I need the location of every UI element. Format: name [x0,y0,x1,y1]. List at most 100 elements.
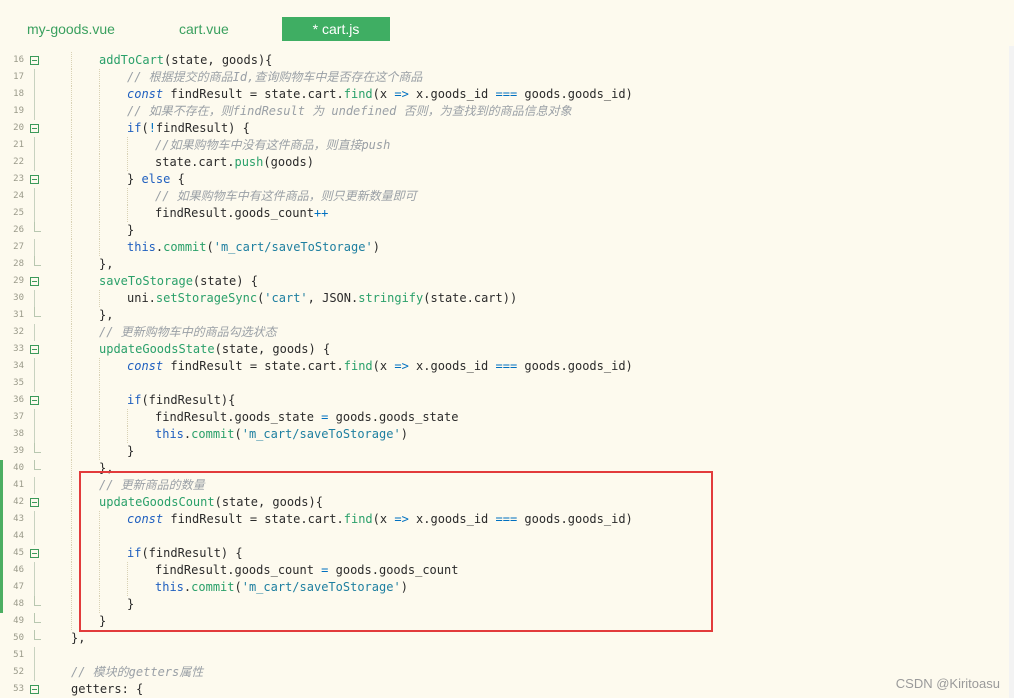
fold-guide [34,528,35,545]
code-text: // 根据提交的商品Id,查询购物车中是否存在这个商品 [127,70,423,84]
code-line: 20 if(!findResult) { [0,120,1009,137]
fold-guide [34,205,35,222]
indent-guide [99,188,100,205]
code-line: 27 this.commit('m_cart/saveToStorage') [0,239,1009,256]
tab-cart-vue[interactable]: cart.vue [179,17,249,41]
fold-guide [34,426,35,443]
fold-toggle-icon[interactable] [30,498,39,507]
fold-toggle-icon[interactable] [30,345,39,354]
indent-guide [71,137,72,154]
fold-guide [34,579,35,596]
line-number: 41 [13,480,24,490]
line-number: 28 [13,259,24,269]
indent-guide [127,188,128,205]
line-number: 52 [13,667,24,677]
fold-end-marker [34,222,41,232]
line-number: 19 [13,106,24,116]
line-number: 16 [13,55,24,65]
indent-guide [71,409,72,426]
indent-guide [99,443,100,460]
indent-guide [99,171,100,188]
line-number: 34 [13,361,24,371]
code-text: getters: { [71,682,144,696]
line-number: 21 [13,140,24,150]
code-line: 22 state.cart.push(goods) [0,154,1009,171]
indent-guide [71,69,72,86]
fold-guide [34,69,35,86]
indent-guide [71,460,72,477]
code-line: 52 // 模块的getters属性 [0,664,1009,681]
line-number: 44 [13,531,24,541]
code-line: 25 findResult.goods_count++ [0,205,1009,222]
code-line: 50}, [0,630,1009,647]
fold-toggle-icon[interactable] [30,685,39,694]
code-line: 31}, [0,307,1009,324]
fold-toggle-icon[interactable] [30,549,39,558]
fold-guide [34,477,35,494]
indent-guide [71,205,72,222]
fold-guide [34,562,35,579]
indent-guide [99,137,100,154]
line-number: 47 [13,582,24,592]
code-text: const findResult = state.cart.find(x => … [127,87,633,101]
fold-toggle-icon[interactable] [30,175,39,184]
fold-guide [34,154,35,171]
code-text: if(!findResult) { [127,121,250,135]
indent-guide [99,154,100,171]
fold-end-marker [34,307,41,317]
fold-toggle-icon[interactable] [30,124,39,133]
code-text: }, [99,257,114,271]
line-number: 45 [13,548,24,558]
fold-toggle-icon[interactable] [30,56,39,65]
fold-toggle-icon[interactable] [30,277,39,286]
indent-guide [99,375,100,392]
line-number: 46 [13,565,24,575]
code-text: saveToStorage(state) { [99,274,258,288]
fold-end-marker [34,596,41,606]
line-number: 51 [13,650,24,660]
line-number: 25 [13,208,24,218]
line-number: 29 [13,276,24,286]
code-text: // 模块的getters属性 [71,665,204,679]
indent-guide [99,239,100,256]
indent-guide [71,494,72,511]
code-line: 34 const findResult = state.cart.find(x =… [0,358,1009,375]
watermark: CSDN @Kiritoasu [895,676,1000,691]
code-text: }, [99,308,114,322]
line-number: 42 [13,497,24,507]
code-text: } [127,223,135,237]
line-number: 17 [13,72,24,82]
line-number: 38 [13,429,24,439]
indent-guide [71,341,72,358]
line-number: 37 [13,412,24,422]
indent-guide [127,154,128,171]
line-number: 49 [13,616,24,626]
line-number: 32 [13,327,24,337]
fold-end-marker [34,630,41,640]
code-line: 19 // 如果不存在，则findResult 为 undefined 否则，为查… [0,103,1009,120]
indent-guide [99,290,100,307]
code-line: 30 uni.setStorageSync('cart', JSON.string… [0,290,1009,307]
editor-tab-bar: my-goods.vue cart.vue * cart.js [0,0,1014,46]
fold-guide [34,358,35,375]
indent-guide [99,392,100,409]
indent-guide [71,188,72,205]
fold-guide [34,511,35,528]
indent-guide [71,324,72,341]
indent-guide [99,222,100,239]
highlight-box [79,471,713,632]
tab-cart-js[interactable]: * cart.js [282,17,390,41]
indent-guide [127,137,128,154]
code-text: uni.setStorageSync('cart', JSON.stringif… [127,291,518,305]
code-line: 26} [0,222,1009,239]
indent-guide [71,52,72,69]
indent-guide [99,69,100,86]
line-number: 24 [13,191,24,201]
fold-guide [34,647,35,664]
code-line: 39} [0,443,1009,460]
code-line: 37 findResult.goods_state = goods.goods_s… [0,409,1009,426]
fold-guide [34,239,35,256]
line-number: 48 [13,599,24,609]
tab-my-goods-vue[interactable]: my-goods.vue [27,17,127,41]
fold-toggle-icon[interactable] [30,396,39,405]
